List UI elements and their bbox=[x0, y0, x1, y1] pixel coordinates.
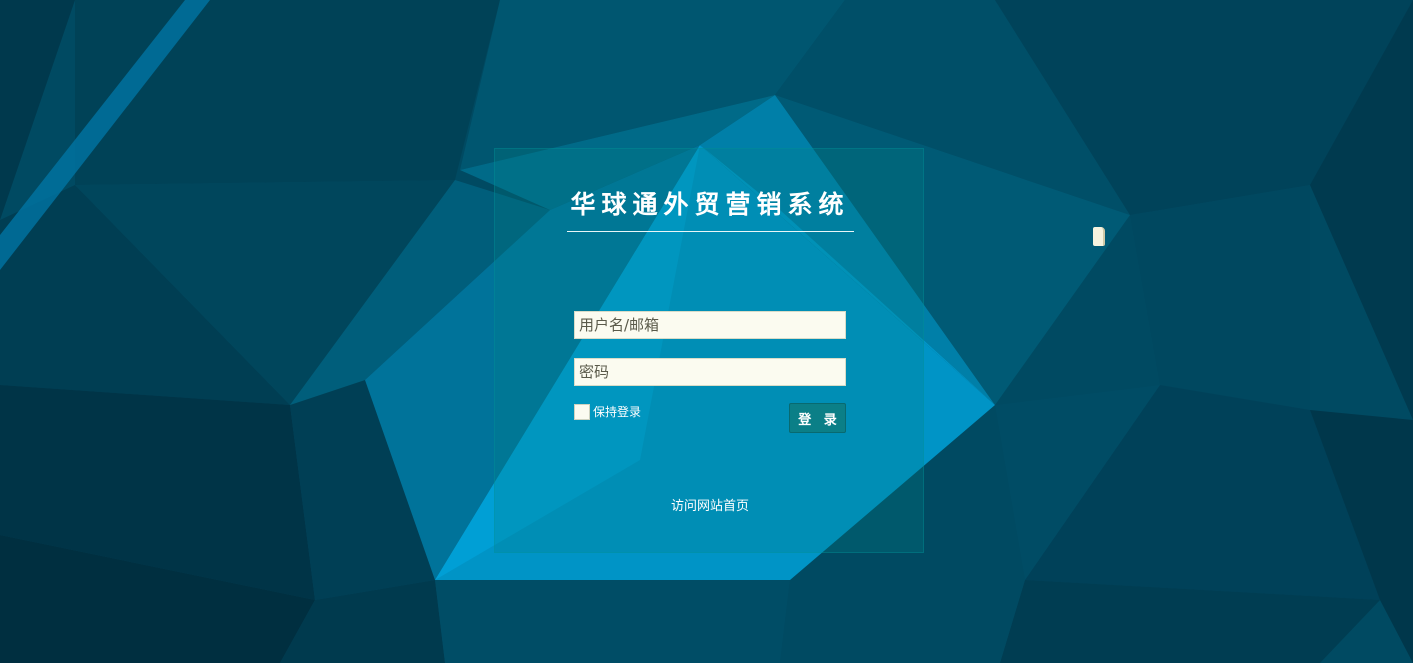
password-input[interactable] bbox=[574, 358, 846, 386]
login-button[interactable]: 登 录 bbox=[789, 403, 846, 433]
note-icon[interactable] bbox=[1093, 227, 1105, 246]
home-link[interactable]: 访问网站首页 bbox=[495, 495, 925, 514]
title-divider bbox=[567, 231, 854, 232]
page-title: 华球通外贸营销系统 bbox=[570, 190, 850, 219]
login-page: 华球通外贸营销系统 保持登录 登 录 访问网站首页 bbox=[0, 0, 1413, 663]
remember-label: 保持登录 bbox=[593, 405, 642, 419]
remember-me[interactable]: 保持登录 bbox=[574, 403, 641, 420]
remember-checkbox[interactable] bbox=[574, 403, 590, 420]
login-panel: 华球通外贸营销系统 保持登录 登 录 访问网站首页 bbox=[494, 148, 924, 553]
username-input[interactable] bbox=[574, 311, 846, 339]
